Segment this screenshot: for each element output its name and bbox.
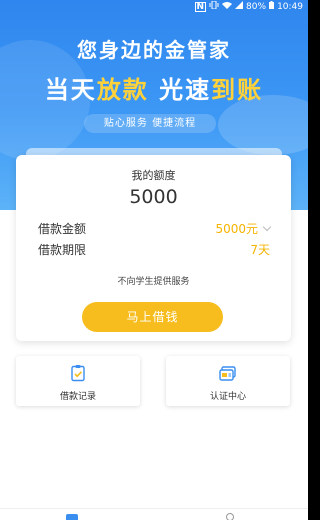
clock: 10:49	[277, 1, 303, 12]
banner-slogan: 当天放款 光速到账	[0, 70, 308, 105]
verification-center-label: 认证中心	[209, 392, 246, 402]
slogan-highlight: 放款	[96, 76, 149, 104]
loan-records-tile[interactable]: 借款记录	[16, 356, 140, 406]
loan-amount-value: 5000元	[215, 222, 258, 236]
loan-amount-label: 借款金额	[38, 222, 87, 236]
id-card-icon	[219, 364, 237, 382]
battery-icon	[269, 1, 275, 12]
status-bar: N 80% 10:49	[0, 0, 308, 14]
vibrate-icon	[209, 0, 219, 12]
loan-term-value: 7天	[250, 243, 270, 257]
slogan-part: 光速	[148, 76, 212, 104]
quota-label: 我的额度	[131, 169, 176, 182]
app-screen: N 80% 10:49 您身边的金管家 当天放款 光速到账 贴心服务 便捷流程 …	[0, 0, 308, 520]
student-notice: 不向学生提供服务	[117, 277, 190, 287]
loan-amount-selector[interactable]: 5000元	[215, 220, 272, 237]
signal-icon	[235, 1, 244, 12]
quota-card: 我的额度 5000 借款金额 5000元 借款期限 7天 不向学生提供服务 马上…	[16, 155, 291, 341]
nfc-icon: N	[194, 1, 207, 12]
loan-term-label: 借款期限	[38, 243, 87, 257]
chevron-down-icon	[262, 222, 272, 232]
home-tab-icon[interactable]	[66, 514, 78, 520]
quota-value: 5000	[129, 186, 178, 208]
loan-records-label: 借款记录	[59, 392, 96, 402]
clipboard-check-icon	[69, 364, 87, 382]
wifi-icon	[222, 1, 233, 12]
banner-headline: 您身边的金管家	[77, 38, 231, 62]
slogan-part: 当天	[44, 76, 97, 104]
loan-term-row: 借款期限 7天	[38, 241, 270, 257]
slogan-highlight: 到账	[211, 76, 264, 104]
bottom-nav	[0, 508, 308, 520]
verification-center-tile[interactable]: 认证中心	[166, 356, 290, 406]
battery-percent: 80%	[246, 1, 267, 12]
borrow-now-button[interactable]: 马上借钱	[82, 302, 223, 332]
profile-tab-icon[interactable]	[226, 513, 234, 520]
loan-amount-row[interactable]: 借款金额 5000元	[38, 220, 272, 237]
banner-tagline: 贴心服务 便捷流程	[84, 114, 216, 133]
